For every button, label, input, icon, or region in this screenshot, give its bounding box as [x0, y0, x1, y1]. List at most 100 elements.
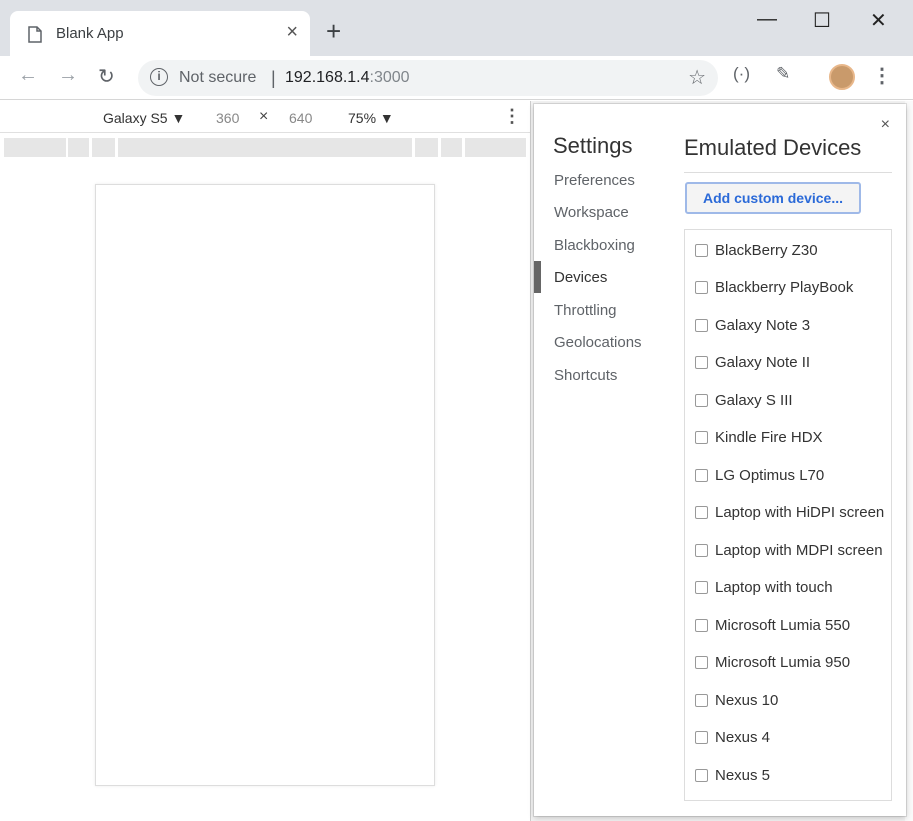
device-label: Galaxy Note 3 [715, 317, 811, 334]
device-checkbox[interactable] [695, 544, 708, 557]
dimension-times-icon: × [259, 108, 269, 125]
url-host: 192.168.1.4 [285, 69, 370, 86]
window-close-button[interactable]: ✕ [870, 8, 887, 33]
forward-arrow-icon[interactable]: → [58, 64, 78, 87]
device-toolbar-more-icon[interactable]: ⋮ [503, 106, 521, 127]
device-checkbox[interactable] [695, 694, 708, 707]
not-secure-label[interactable]: Not secure [179, 69, 256, 87]
device-checkbox[interactable] [695, 506, 708, 519]
device-label: Galaxy Note II [715, 354, 811, 371]
list-item[interactable]: Blackberry PlayBook [685, 270, 891, 304]
window-edge [905, 101, 913, 821]
list-item[interactable]: Nexus 10 [685, 683, 891, 717]
device-checkbox[interactable] [695, 619, 708, 632]
device-checkbox[interactable] [695, 731, 708, 744]
device-label: Nexus 5 [715, 767, 771, 784]
list-item[interactable]: Nexus 4 [685, 720, 891, 754]
browser-toolbar: ← → ↻ i Not secure | 192.168.1.4:3000 ☆ … [0, 56, 913, 100]
zoom-selector[interactable]: 75% ▼ [348, 110, 394, 126]
bookmark-star-icon[interactable]: ☆ [688, 65, 706, 90]
device-label: Kindle Fire HDX [715, 429, 823, 446]
new-tab-button[interactable]: + [326, 18, 341, 44]
media-query-bar[interactable] [4, 138, 66, 157]
browser-tab[interactable]: Blank App × [10, 11, 310, 56]
nav-blackboxing[interactable]: Blackboxing [554, 237, 635, 254]
device-label: Nexus 4 [715, 729, 771, 746]
tab-title: Blank App [56, 25, 124, 42]
info-icon[interactable]: i [150, 68, 168, 86]
maximize-button[interactable]: ☐ [813, 8, 831, 33]
device-label: Microsoft Lumia 550 [715, 617, 851, 634]
device-list[interactable]: BlackBerry Z30 Blackberry PlayBook Galax… [684, 229, 892, 801]
url-port: :3000 [369, 69, 410, 86]
nav-devices[interactable]: Devices [554, 269, 607, 286]
device-checkbox[interactable] [695, 356, 708, 369]
separator: | [271, 68, 276, 88]
eyedropper-extension-icon[interactable]: ✎ [776, 64, 790, 84]
panel-title: Emulated Devices [684, 135, 862, 160]
device-checkbox[interactable] [695, 431, 708, 444]
device-checkbox[interactable] [695, 394, 708, 407]
list-item[interactable]: Galaxy Note 3 [685, 308, 891, 342]
tab-close-icon[interactable]: × [286, 21, 298, 44]
list-item[interactable]: Nexus 5 [685, 758, 891, 792]
list-item[interactable]: Galaxy Note II [685, 345, 891, 379]
width-input[interactable]: 360 [216, 110, 239, 126]
emulation-viewport: Galaxy S5 ▼ 360 × 640 75% ▼ ⋮ [0, 101, 530, 821]
device-label: Laptop with HiDPI screen [715, 504, 885, 521]
media-query-bar[interactable] [441, 138, 462, 157]
address-bar[interactable]: i Not secure | 192.168.1.4:3000 ☆ [138, 60, 718, 96]
extension-icon[interactable]: (·) [733, 64, 750, 84]
nav-geolocations[interactable]: Geolocations [554, 334, 642, 351]
media-query-bar[interactable] [465, 138, 526, 157]
divider [684, 172, 892, 173]
device-checkbox[interactable] [695, 581, 708, 594]
device-checkbox[interactable] [695, 769, 708, 782]
device-label: Galaxy S III [715, 392, 793, 409]
device-label: Laptop with MDPI screen [715, 542, 883, 559]
device-label: Microsoft Lumia 950 [715, 654, 851, 671]
nav-shortcuts[interactable]: Shortcuts [554, 367, 617, 384]
height-input[interactable]: 640 [289, 110, 312, 126]
device-checkbox[interactable] [695, 656, 708, 669]
document-icon [28, 26, 42, 48]
device-label: BlackBerry Z30 [715, 242, 818, 259]
add-custom-device-button[interactable]: Add custom device... [685, 182, 861, 214]
nav-throttling[interactable]: Throttling [554, 302, 617, 319]
device-toolbar: Galaxy S5 ▼ 360 × 640 75% ▼ ⋮ [0, 101, 530, 133]
active-nav-indicator [534, 261, 541, 293]
back-arrow-icon[interactable]: ← [18, 64, 38, 87]
list-item[interactable]: Laptop with HiDPI screen [685, 495, 891, 529]
list-item[interactable]: Laptop with MDPI screen [685, 533, 891, 567]
device-checkbox[interactable] [695, 469, 708, 482]
list-item[interactable]: LG Optimus L70 [685, 458, 891, 492]
nav-workspace[interactable]: Workspace [554, 204, 629, 221]
settings-close-icon[interactable]: × [881, 116, 890, 134]
media-query-bar[interactable] [92, 138, 115, 157]
emulated-page[interactable] [95, 184, 435, 786]
settings-dialog: × Settings Preferences Workspace Blackbo… [534, 104, 906, 816]
list-item[interactable]: BlackBerry Z30 [685, 233, 891, 267]
media-query-bar[interactable] [118, 138, 412, 157]
device-label: Blackberry PlayBook [715, 279, 854, 296]
profile-avatar[interactable] [829, 64, 855, 90]
media-query-bar[interactable] [415, 138, 438, 157]
url-text[interactable]: 192.168.1.4:3000 [285, 69, 410, 87]
nav-preferences[interactable]: Preferences [554, 172, 635, 189]
device-checkbox[interactable] [695, 244, 708, 257]
list-item[interactable]: Microsoft Lumia 950 [685, 645, 891, 679]
device-label: Nexus 10 [715, 692, 779, 709]
list-item[interactable]: Kindle Fire HDX [685, 420, 891, 454]
list-item[interactable]: Laptop with touch [685, 570, 891, 604]
reload-icon[interactable]: ↻ [98, 64, 115, 89]
device-checkbox[interactable] [695, 281, 708, 294]
list-item[interactable]: Galaxy S III [685, 383, 891, 417]
device-label: Laptop with touch [715, 579, 833, 596]
minimize-button[interactable]: — [757, 8, 777, 31]
list-item[interactable]: Microsoft Lumia 550 [685, 608, 891, 642]
device-label: LG Optimus L70 [715, 467, 825, 484]
media-query-bar[interactable] [68, 138, 89, 157]
menu-dots-icon[interactable]: ⋮ [872, 63, 892, 88]
device-checkbox[interactable] [695, 319, 708, 332]
device-selector[interactable]: Galaxy S5 ▼ [103, 110, 185, 126]
